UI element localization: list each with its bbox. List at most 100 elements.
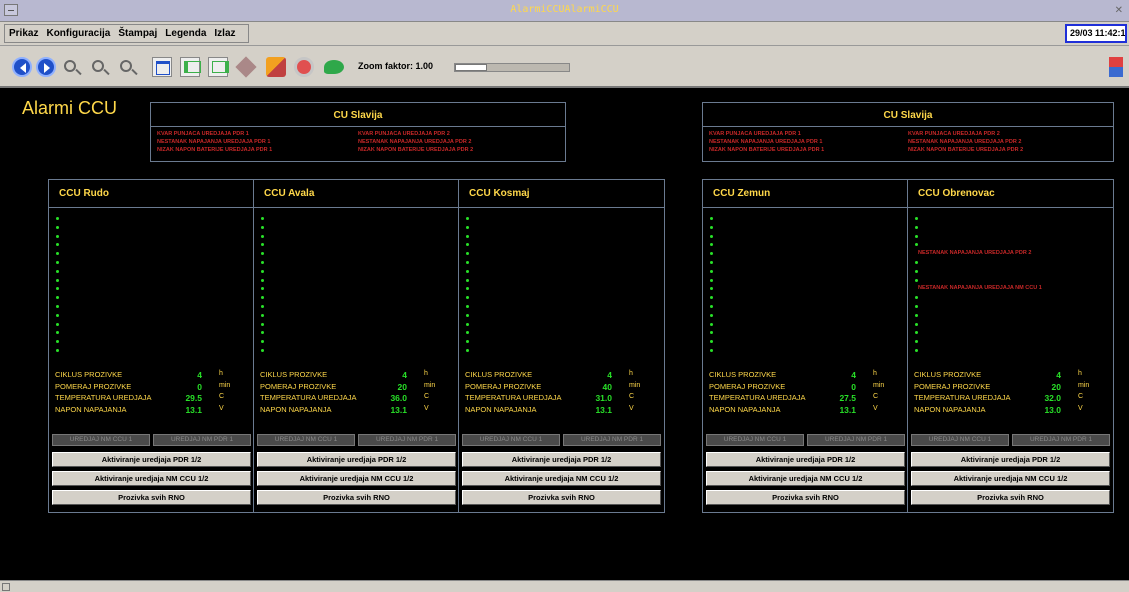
cu-alarm: NESTANAK NAPAJANJA UREDJAJA PDR 2 (358, 139, 472, 145)
window-icon[interactable] (152, 57, 172, 77)
status-nm-pdr-button[interactable]: UREDJAJ NM PDR 1 (1012, 434, 1110, 446)
status-nm-pdr-button[interactable]: UREDJAJ NM PDR 1 (807, 434, 905, 446)
poll-all-rno-button[interactable]: Prozivka svih RNO (911, 490, 1110, 505)
status-nm-ccu-button[interactable]: UREDJAJ NM CCU 1 (462, 434, 560, 446)
status-nm-pdr-button[interactable]: UREDJAJ NM PDR 1 (563, 434, 661, 446)
status-dot (466, 296, 469, 300)
activate-nm-ccu-button[interactable]: Aktiviranje uredjaja NM CCU 1/2 (257, 471, 456, 486)
window-right-icon[interactable] (208, 57, 229, 77)
stat-label: TEMPERATURA UREDJAJA (465, 393, 562, 402)
stat-value: 27.5 (839, 393, 856, 403)
zoom-slider[interactable] (454, 63, 570, 72)
poll-all-rno-button[interactable]: Prozivka svih RNO (706, 490, 905, 505)
status-nm-pdr-button[interactable]: UREDJAJ NM PDR 1 (358, 434, 456, 446)
poll-all-rno-button[interactable]: Prozivka svih RNO (462, 490, 661, 505)
menu-izlaz[interactable]: Izlaz (214, 28, 235, 39)
stat-unit: min (873, 381, 885, 389)
activate-pdr-button[interactable]: Aktiviranje uredjaja PDR 1/2 (257, 452, 456, 467)
stat-napon-napajanja: NAPON NAPAJANJA 13.1 V (465, 405, 660, 417)
menu-stampaj[interactable]: Štampaj (118, 28, 157, 39)
stat-label: TEMPERATURA UREDJAJA (914, 393, 1011, 402)
status-dot (466, 252, 469, 256)
back-icon[interactable] (12, 57, 32, 77)
status-dot (261, 313, 264, 317)
ccu-title: CCU Zemun (703, 180, 907, 208)
status-dot (56, 348, 59, 352)
stat-label: CIKLUS PROZIVKE (709, 370, 777, 379)
status-dot (710, 252, 713, 256)
scroll-left-icon[interactable] (2, 583, 10, 591)
poll-all-rno-button[interactable]: Prozivka svih RNO (257, 490, 456, 505)
activate-nm-ccu-button[interactable]: Aktiviranje uredjaja NM CCU 1/2 (462, 471, 661, 486)
stat-ciklus-prozivke: CIKLUS PROZIVKE 4 h (709, 370, 904, 382)
activate-pdr-button[interactable]: Aktiviranje uredjaja PDR 1/2 (462, 452, 661, 467)
window-left-icon[interactable] (180, 57, 201, 77)
stat-temperatura-uredjaja: TEMPERATURA UREDJAJA 31.0 C (465, 393, 660, 405)
zoom-slider-thumb[interactable] (455, 64, 487, 71)
stat-unit: h (424, 370, 428, 377)
status-nm-pdr-button[interactable]: UREDJAJ NM PDR 1 (153, 434, 251, 446)
lower-area (0, 518, 1129, 580)
menu-konfiguracija[interactable]: Konfiguracija (46, 28, 110, 39)
exit-icon[interactable] (1109, 57, 1123, 77)
cu-alarm: NESTANAK NAPAJANJA UREDJAJA PDR 1 (157, 139, 271, 145)
cu-alarm: KVAR PUNJACA UREDJAJA PDR 1 (157, 131, 249, 137)
close-icon[interactable]: ✕ (1115, 5, 1123, 16)
activate-pdr-button[interactable]: Aktiviranje uredjaja PDR 1/2 (911, 452, 1110, 467)
zoom-label: Zoom faktor: 1.00 (358, 61, 434, 71)
status-dot (915, 322, 918, 326)
status-dot (261, 304, 264, 308)
status-dot (261, 331, 264, 335)
alarm-icon[interactable] (266, 57, 286, 77)
status-dot (915, 269, 918, 273)
status-dot (710, 340, 713, 344)
forward-icon[interactable] (36, 57, 56, 77)
ccu-column-obrenovac: CCU Obrenovac NESTANAK NAPAJANJA UREDJAJA… (908, 180, 1113, 512)
status-dot (261, 225, 264, 229)
zoom-out-icon[interactable] (120, 60, 132, 72)
stat-unit: min (219, 381, 231, 389)
activate-pdr-button[interactable]: Aktiviranje uredjaja PDR 1/2 (52, 452, 251, 467)
stat-value: 13.1 (390, 404, 407, 415)
activate-nm-ccu-button[interactable]: Aktiviranje uredjaja NM CCU 1/2 (52, 471, 251, 486)
status-nm-ccu-button[interactable]: UREDJAJ NM CCU 1 (911, 434, 1009, 446)
stat-unit: min (424, 381, 436, 389)
status-nm-ccu-button[interactable]: UREDJAJ NM CCU 1 (52, 434, 150, 446)
message-icon[interactable] (324, 60, 344, 74)
status-dot (261, 243, 264, 247)
cu-alarm-list: KVAR PUNJACA UREDJAJA PDR 1 KVAR PUNJACA… (703, 127, 1113, 154)
status-nm-ccu-button[interactable]: UREDJAJ NM CCU 1 (257, 434, 355, 446)
stat-label: NAPON NAPAJANJA (914, 404, 986, 414)
stat-label: TEMPERATURA UREDJAJA (260, 393, 357, 402)
status-dot (710, 260, 713, 264)
poll-all-rno-button[interactable]: Prozivka svih RNO (52, 490, 251, 505)
activate-pdr-button[interactable]: Aktiviranje uredjaja PDR 1/2 (706, 452, 905, 467)
status-nm-ccu-button[interactable]: UREDJAJ NM CCU 1 (706, 434, 804, 446)
zoom-in-icon[interactable] (92, 60, 104, 72)
stat-ciklus-prozivke: CIKLUS PROZIVKE 4 h (55, 370, 250, 382)
activate-nm-ccu-button[interactable]: Aktiviranje uredjaja NM CCU 1/2 (911, 471, 1110, 486)
status-dot (710, 243, 713, 247)
stat-value: 4 (607, 370, 612, 380)
stat-ciklus-prozivke: CIKLUS PROZIVKE 4 h (260, 370, 455, 382)
stat-label: CIKLUS PROZIVKE (55, 370, 123, 379)
print-icon[interactable] (235, 56, 257, 78)
stat-temperatura-uredjaja: TEMPERATURA UREDJAJA 27.5 C (709, 393, 904, 405)
status-dot (56, 269, 59, 273)
title-bar: AlarmiCCUAlarmiCCU ✕ (0, 0, 1129, 22)
status-dot (56, 252, 59, 256)
zoom-icon[interactable] (64, 60, 76, 72)
stat-pomeraj-prozivke: POMERAJ PROZIVKE 0 min (709, 382, 904, 394)
menu-legenda[interactable]: Legenda (165, 28, 206, 39)
menu-prikaz[interactable]: Prikaz (9, 28, 38, 39)
stat-ciklus-prozivke: CIKLUS PROZIVKE 4 h (914, 370, 1109, 382)
status-dot (56, 313, 59, 317)
ccu-column-kosmaj: CCU Kosmaj CIKLUS PROZIVKE 4 h POMERAJ PROZI… (459, 180, 664, 512)
activate-nm-ccu-button[interactable]: Aktiviranje uredjaja NM CCU 1/2 (706, 471, 905, 486)
horizontal-scrollbar[interactable] (0, 580, 1129, 592)
stat-unit: V (873, 404, 878, 412)
stat-unit: min (629, 381, 641, 389)
stop-icon[interactable] (294, 57, 314, 77)
stat-label: NAPON NAPAJANJA (55, 404, 127, 414)
cu-panel-title: CU Slavija (703, 103, 1113, 127)
